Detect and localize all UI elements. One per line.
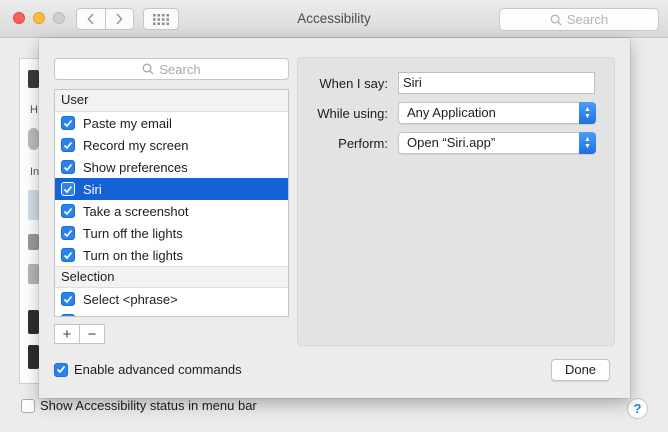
perform-popup[interactable]: Open “Siri.app” ▲ ▼: [398, 132, 596, 154]
list-item[interactable]: Select <phrase>: [55, 288, 288, 310]
commands-search-placeholder: Search: [159, 61, 201, 77]
list-item[interactable]: Turn off the lights: [55, 222, 288, 244]
perform-value: Open “Siri.app”: [407, 135, 496, 150]
item-checkbox[interactable]: [61, 248, 75, 262]
background-sidebar-icon: [28, 264, 39, 284]
group-header-selection: Selection: [55, 266, 288, 288]
background-sidebar-icon: [28, 128, 39, 150]
advanced-commands-label: Enable advanced commands: [74, 362, 242, 377]
item-checkbox[interactable]: [61, 292, 75, 306]
item-checkbox[interactable]: [61, 182, 75, 196]
list-item[interactable]: Show preferences: [55, 156, 288, 178]
list-item-label: Paste my email: [83, 115, 172, 131]
checkmark-icon: [63, 295, 73, 303]
checkmark-icon: [63, 251, 73, 259]
item-checkbox[interactable]: [61, 204, 75, 218]
item-checkbox[interactable]: [61, 226, 75, 240]
show-status-checkbox[interactable]: [21, 399, 35, 413]
window-search-field[interactable]: Search: [499, 8, 659, 31]
updown-arrows-icon: ▲ ▼: [579, 102, 596, 124]
commands-list[interactable]: User Paste my email Record my screen Sho…: [54, 89, 289, 317]
while-using-value: Any Application: [407, 105, 496, 120]
when-i-say-field[interactable]: Siri: [398, 72, 595, 94]
background-sidebar-letter: H: [30, 104, 38, 116]
list-item-label: Turn off the lights: [83, 225, 183, 241]
background-sidebar-icon: [28, 70, 39, 88]
command-detail-pane: When I say: Siri While using: Any Applic…: [297, 57, 615, 346]
while-using-label: While using:: [317, 106, 388, 121]
list-item-label: Record my screen: [83, 137, 189, 153]
item-checkbox[interactable]: [61, 116, 75, 130]
background-sidebar-letter: In: [30, 166, 40, 178]
list-item-label: Turn on the lights: [83, 247, 183, 263]
checkmark-icon: [63, 185, 73, 193]
background-sidebar-icon: [28, 190, 39, 220]
show-status-label: Show Accessibility status in menu bar: [40, 398, 257, 413]
advanced-commands-checkbox[interactable]: [54, 362, 68, 377]
item-checkbox[interactable]: [61, 138, 75, 152]
list-item-label: Siri: [83, 181, 102, 197]
item-checkbox[interactable]: [61, 314, 75, 316]
checkmark-icon: [63, 163, 73, 171]
search-icon: [550, 14, 562, 25]
window-search-placeholder: Search: [566, 12, 609, 27]
while-using-popup[interactable]: Any Application ▲ ▼: [398, 102, 596, 124]
background-sidebar-icon: [28, 310, 39, 334]
checkmark-icon: [63, 229, 73, 237]
when-i-say-label: When I say:: [319, 76, 388, 91]
checkmark-icon: [56, 365, 66, 374]
list-item-label: Take a screenshot: [83, 203, 189, 219]
list-item-label: Select <phrase>: [83, 291, 178, 307]
help-button[interactable]: ?: [627, 398, 648, 419]
list-item[interactable]: Paste my email: [55, 112, 288, 134]
advanced-commands-option[interactable]: Enable advanced commands: [54, 362, 242, 377]
list-item[interactable]: Record my screen: [55, 134, 288, 156]
commands-search-field[interactable]: Search: [54, 58, 289, 80]
item-checkbox[interactable]: [61, 160, 75, 174]
done-button[interactable]: Done: [551, 359, 610, 381]
list-item-selected[interactable]: Siri: [55, 178, 288, 200]
add-remove-buttons: + −: [54, 324, 105, 344]
list-item-label: Show preferences: [83, 159, 188, 175]
checkmark-icon: [63, 141, 73, 149]
background-sidebar-icon: [28, 234, 39, 250]
checkmark-icon: [63, 207, 73, 215]
list-item[interactable]: Turn on the lights: [55, 244, 288, 266]
add-button[interactable]: +: [55, 325, 79, 343]
background-sidebar-icon: [28, 345, 39, 369]
perform-label: Perform:: [338, 136, 388, 151]
title-bar: Accessibility Search: [0, 0, 668, 38]
updown-arrows-icon: ▲ ▼: [579, 132, 596, 154]
group-header-user: User: [55, 90, 288, 112]
list-item[interactable]: Take a screenshot: [55, 200, 288, 222]
list-item-partial[interactable]: [55, 310, 288, 316]
commands-sheet: Search User Paste my email Record my scr…: [39, 38, 630, 398]
remove-button[interactable]: −: [79, 325, 104, 343]
search-icon: [142, 63, 154, 75]
checkmark-icon: [63, 119, 73, 127]
